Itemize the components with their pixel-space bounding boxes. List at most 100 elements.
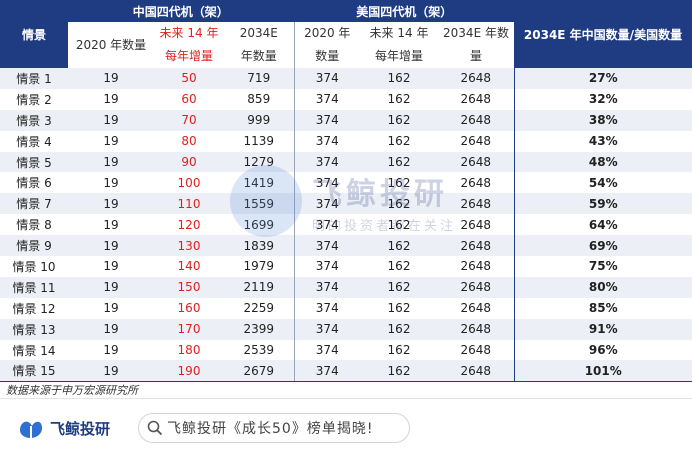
cell-cn-increment: 60 (154, 88, 224, 110)
cell-us-2034: 2648 (438, 297, 514, 319)
cell-cn-2034: 719 (224, 68, 294, 89)
cell-us-2020: 374 (293, 151, 360, 173)
cell-us-2020: 374 (293, 130, 360, 152)
header-ratio: 2034E 年中国数量/美国数量 (514, 0, 692, 68)
cell-scenario: 情景 8 (0, 214, 68, 236)
cell-ratio: 96% (513, 339, 692, 361)
header-china-group: 中国四代机（架） (68, 0, 294, 22)
cell-cn-2034: 1559 (224, 193, 294, 215)
cell-cn-2034: 2539 (224, 339, 294, 361)
cell-cn-2020: 19 (68, 318, 154, 340)
source-note: 数据来源于申万宏源研究所 (6, 384, 138, 397)
cell-cn-2020: 19 (68, 256, 154, 277)
whale-logo-icon (20, 421, 42, 438)
cell-ratio: 69% (513, 235, 692, 257)
cell-us-2034: 2648 (438, 256, 514, 277)
cell-ratio: 80% (513, 276, 692, 298)
cell-scenario: 情景 12 (0, 297, 68, 319)
cell-us-2034: 2648 (438, 339, 514, 361)
cell-scenario: 情景 15 (0, 360, 68, 382)
cell-scenario: 情景 4 (0, 130, 68, 152)
cell-scenario: 情景 10 (0, 256, 68, 277)
cell-ratio: 59% (513, 193, 692, 215)
cell-cn-2034: 1699 (224, 214, 294, 236)
cell-us-2020: 374 (293, 360, 360, 382)
scenario-table: 情景 中国四代机（架） 美国四代机（架） 2034E 年中国数量/美国数量 20… (0, 0, 692, 382)
cell-ratio: 54% (513, 172, 692, 194)
cell-us-2020: 374 (293, 172, 360, 194)
cell-cn-increment: 190 (154, 360, 224, 382)
cell-cn-2034: 1139 (224, 130, 294, 152)
cell-cn-2020: 19 (68, 339, 154, 361)
cell-ratio: 101% (513, 360, 692, 382)
cell-cn-increment: 100 (154, 172, 224, 194)
table-row: 情景 15 19 190 2679 374 162 2648 101% (0, 360, 692, 382)
cell-cn-increment: 160 (154, 297, 224, 319)
cell-us-2034: 2648 (438, 68, 514, 89)
table-row: 情景 14 19 180 2539 374 162 2648 96% (0, 339, 692, 361)
cell-us-increment: 162 (360, 297, 438, 319)
cell-us-increment: 162 (360, 88, 438, 110)
cell-cn-increment: 150 (154, 276, 224, 298)
cell-cn-increment: 130 (154, 235, 224, 257)
table-row: 情景 2 19 60 859 374 162 2648 32% (0, 88, 692, 110)
cell-cn-2020: 19 (68, 130, 154, 152)
table-row: 情景 11 19 150 2119 374 162 2648 80% (0, 276, 692, 298)
cell-us-increment: 162 (360, 214, 438, 236)
cell-ratio: 38% (513, 109, 692, 131)
cell-cn-increment: 110 (154, 193, 224, 215)
table-row: 情景 1 19 50 719 374 162 2648 27% (0, 68, 692, 89)
cell-us-increment: 162 (360, 172, 438, 194)
cell-cn-2034: 1839 (224, 235, 294, 257)
cell-us-2020: 374 (293, 68, 360, 89)
cell-cn-2034: 2119 (224, 276, 294, 298)
cell-cn-2034: 859 (224, 88, 294, 110)
table-row: 情景 13 19 170 2399 374 162 2648 91% (0, 318, 692, 340)
cell-us-increment: 162 (360, 235, 438, 257)
cell-cn-2034: 2259 (224, 297, 294, 319)
footer-logo-text: 飞鲸投研 (50, 419, 111, 438)
sub-cn-2020: 2020 年数量 (68, 22, 154, 68)
cell-ratio: 75% (513, 256, 692, 277)
cell-us-2034: 2648 (438, 130, 514, 152)
cell-scenario: 情景 13 (0, 318, 68, 340)
sub-us-2034: 2034E 年数量 (438, 22, 514, 68)
cell-scenario: 情景 1 (0, 68, 68, 89)
cell-ratio: 48% (513, 151, 692, 173)
cell-ratio: 64% (513, 214, 692, 236)
cell-ratio: 43% (513, 130, 692, 152)
cell-cn-increment: 140 (154, 256, 224, 277)
footer-logo[interactable]: 飞鲸投研 (18, 415, 110, 441)
cell-scenario: 情景 5 (0, 151, 68, 173)
cell-us-2020: 374 (293, 339, 360, 361)
cell-us-increment: 162 (360, 193, 438, 215)
cell-us-increment: 162 (360, 318, 438, 340)
cell-us-2034: 2648 (438, 235, 514, 257)
sub-us-increment: 未来 14 年每年增量 (360, 22, 438, 68)
cell-cn-2020: 19 (68, 68, 154, 89)
cell-us-2034: 2648 (438, 88, 514, 110)
cell-us-2034: 2648 (438, 193, 514, 215)
sub-us-2020: 2020 年数量 (293, 22, 360, 68)
cell-us-2034: 2648 (438, 360, 514, 382)
cell-cn-increment: 50 (154, 68, 224, 89)
cell-us-2020: 374 (293, 318, 360, 340)
cell-ratio: 27% (513, 68, 692, 89)
cell-cn-2020: 19 (68, 151, 154, 173)
cell-cn-2020: 19 (68, 235, 154, 257)
table-row: 情景 3 19 70 999 374 162 2648 38% (0, 109, 692, 131)
cell-us-increment: 162 (360, 109, 438, 131)
cell-us-increment: 162 (360, 339, 438, 361)
cell-cn-increment: 170 (154, 318, 224, 340)
footer-search-box[interactable]: 飞鲸投研《成长50》榜单揭晓! (138, 413, 410, 443)
table-row: 情景 4 19 80 1139 374 162 2648 43% (0, 130, 692, 152)
cell-ratio: 32% (513, 88, 692, 110)
cell-us-2020: 374 (293, 276, 360, 298)
cell-cn-2020: 19 (68, 214, 154, 236)
cell-us-2034: 2648 (438, 276, 514, 298)
table-row: 情景 9 19 130 1839 374 162 2648 69% (0, 235, 692, 257)
cell-cn-2020: 19 (68, 193, 154, 215)
cell-us-2020: 374 (293, 88, 360, 110)
cell-scenario: 情景 3 (0, 109, 68, 131)
cell-us-2034: 2648 (438, 109, 514, 131)
